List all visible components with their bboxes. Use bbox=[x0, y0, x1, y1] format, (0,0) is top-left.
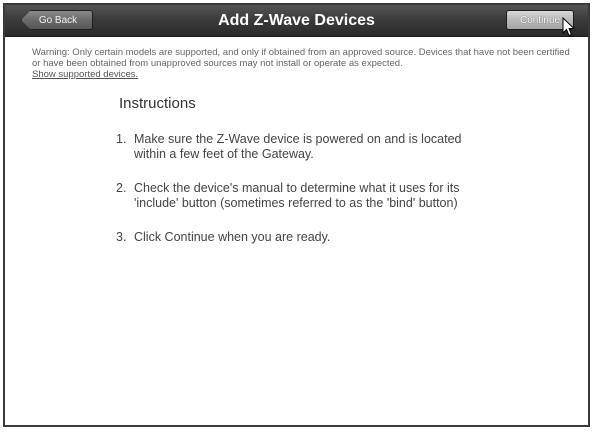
title-bar: Go Back Add Z-Wave Devices Continue bbox=[5, 5, 588, 37]
instruction-step: 3. Click Continue when you are ready. bbox=[116, 230, 496, 245]
instruction-step: 1. Make sure the Z-Wave device is powere… bbox=[116, 132, 496, 162]
instructions-heading: Instructions bbox=[119, 95, 196, 112]
go-back-button[interactable]: Go Back bbox=[21, 10, 93, 30]
step-number: 2. bbox=[116, 181, 127, 195]
mouse-pointer-icon bbox=[562, 17, 576, 37]
main-content: Warning: Only certain models are support… bbox=[5, 37, 588, 425]
instruction-steps: 1. Make sure the Z-Wave device is powere… bbox=[116, 132, 496, 264]
step-number: 1. bbox=[116, 132, 127, 146]
app-window: Go Back Add Z-Wave Devices Continue Warn… bbox=[3, 3, 590, 427]
step-text: Click Continue when you are ready. bbox=[134, 230, 331, 244]
step-text: Make sure the Z-Wave device is powered o… bbox=[134, 132, 462, 161]
warning-message: Warning: Only certain models are support… bbox=[32, 47, 572, 80]
instruction-step: 2. Check the device's manual to determin… bbox=[116, 181, 496, 211]
show-supported-devices-link[interactable]: Show supported devices. bbox=[32, 69, 138, 80]
step-number: 3. bbox=[116, 230, 127, 244]
step-text: Check the device's manual to determine w… bbox=[134, 181, 460, 210]
warning-text: Warning: Only certain models are support… bbox=[32, 47, 570, 69]
